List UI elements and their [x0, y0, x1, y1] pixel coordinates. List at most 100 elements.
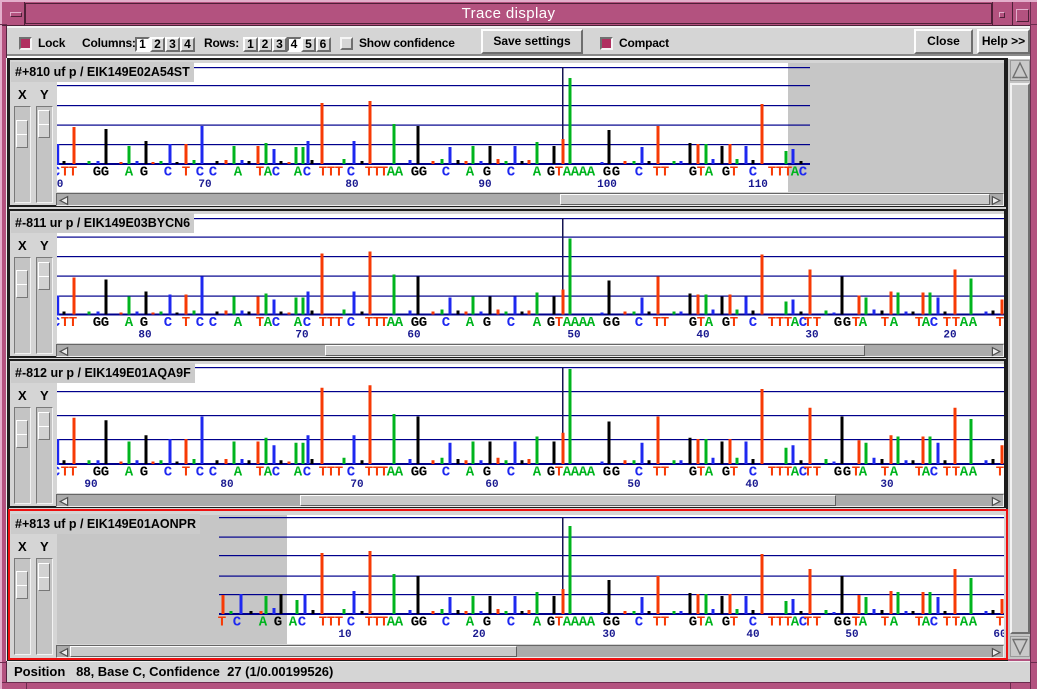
svg-text:T: T: [69, 315, 77, 331]
svg-text:C: C: [507, 315, 516, 331]
svg-text:T: T: [813, 465, 821, 481]
svg-text:C: C: [749, 315, 758, 331]
svg-text:30: 30: [880, 479, 893, 491]
svg-text:A: A: [859, 315, 868, 331]
svg-text:C: C: [930, 315, 939, 331]
svg-text:T: T: [996, 465, 1004, 481]
svg-text:C: C: [442, 465, 451, 481]
svg-text:A: A: [294, 465, 303, 481]
svg-text:T: T: [730, 165, 738, 181]
svg-text:60: 60: [485, 479, 498, 491]
svg-text:T: T: [730, 465, 738, 481]
svg-text:G: G: [612, 315, 620, 331]
svg-text:T: T: [661, 315, 669, 331]
svg-text:A: A: [705, 165, 714, 181]
svg-text:A: A: [587, 315, 596, 331]
svg-text:A: A: [125, 315, 134, 331]
svg-text:G: G: [603, 315, 611, 331]
svg-text:T: T: [661, 465, 669, 481]
svg-text:T: T: [69, 165, 77, 181]
svg-text:T: T: [182, 465, 190, 481]
svg-text:T: T: [730, 315, 738, 331]
svg-text:110: 110: [748, 179, 768, 191]
svg-text:A: A: [960, 465, 969, 481]
svg-text:A: A: [533, 315, 542, 331]
svg-text:C: C: [930, 615, 939, 631]
svg-text:T: T: [943, 465, 951, 481]
svg-text:A: A: [533, 165, 542, 181]
svg-text:T: T: [813, 615, 821, 631]
svg-text:T: T: [335, 315, 343, 331]
svg-text:C: C: [635, 615, 644, 631]
svg-text:C: C: [635, 165, 644, 181]
svg-text:C: C: [442, 165, 451, 181]
svg-text:A: A: [289, 615, 298, 631]
svg-text:G: G: [419, 465, 427, 481]
svg-text:C: C: [164, 165, 173, 181]
svg-text:80: 80: [220, 479, 233, 491]
svg-text:30: 30: [805, 330, 818, 342]
svg-text:60: 60: [407, 330, 420, 342]
svg-text:40: 40: [745, 479, 758, 491]
svg-text:A: A: [466, 165, 475, 181]
svg-text:A: A: [234, 465, 243, 481]
svg-text:A: A: [960, 615, 969, 631]
svg-text:C: C: [507, 465, 516, 481]
svg-text:60: 60: [993, 629, 1004, 641]
svg-text:C: C: [272, 165, 281, 181]
svg-text:C: C: [209, 315, 218, 331]
svg-text:A: A: [466, 315, 475, 331]
svg-text:T: T: [881, 615, 889, 631]
svg-text:T: T: [804, 465, 812, 481]
svg-text:G: G: [612, 465, 620, 481]
svg-text:T: T: [804, 615, 812, 631]
svg-text:G: G: [419, 165, 427, 181]
svg-text:C: C: [507, 615, 516, 631]
svg-text:A: A: [890, 315, 899, 331]
svg-text:C: C: [635, 315, 644, 331]
svg-text:A: A: [234, 315, 243, 331]
svg-text:G: G: [843, 315, 851, 331]
svg-text:0: 0: [57, 179, 63, 191]
svg-text:C: C: [930, 465, 939, 481]
svg-text:80: 80: [138, 330, 151, 342]
svg-text:A: A: [533, 465, 542, 481]
svg-text:G: G: [603, 465, 611, 481]
svg-text:T: T: [335, 465, 343, 481]
svg-text:C: C: [233, 615, 242, 631]
svg-text:C: C: [272, 465, 281, 481]
svg-text:A: A: [125, 465, 134, 481]
svg-text:20: 20: [472, 629, 485, 641]
svg-text:C: C: [272, 315, 281, 331]
svg-text:C: C: [298, 615, 307, 631]
svg-text:A: A: [859, 615, 868, 631]
svg-text:A: A: [969, 315, 978, 331]
svg-text:A: A: [587, 165, 596, 181]
svg-text:C: C: [303, 465, 312, 481]
svg-text:80: 80: [345, 179, 358, 191]
svg-text:A: A: [969, 615, 978, 631]
svg-text:T: T: [335, 165, 343, 181]
svg-text:50: 50: [627, 479, 640, 491]
svg-text:T: T: [881, 315, 889, 331]
svg-text:G: G: [274, 615, 282, 631]
svg-text:A: A: [259, 615, 268, 631]
svg-text:70: 70: [198, 179, 211, 191]
svg-text:C: C: [164, 465, 173, 481]
svg-text:C: C: [196, 315, 205, 331]
svg-text:G: G: [834, 615, 842, 631]
svg-text:20: 20: [943, 330, 956, 342]
svg-text:50: 50: [845, 629, 858, 641]
svg-text:G: G: [101, 315, 109, 331]
svg-text:A: A: [533, 615, 542, 631]
svg-text:A: A: [890, 615, 899, 631]
svg-text:T: T: [996, 315, 1004, 331]
svg-text:50: 50: [567, 330, 580, 342]
svg-text:A: A: [960, 315, 969, 331]
svg-text:G: G: [101, 465, 109, 481]
svg-text:C: C: [196, 465, 205, 481]
svg-text:30: 30: [602, 629, 615, 641]
svg-text:G: G: [834, 465, 842, 481]
svg-text:A: A: [705, 465, 714, 481]
svg-text:C: C: [209, 465, 218, 481]
